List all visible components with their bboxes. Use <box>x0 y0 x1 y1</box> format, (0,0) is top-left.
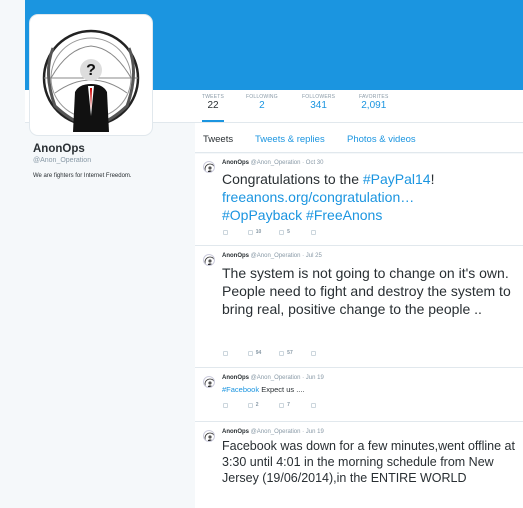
hashtag-link[interactable]: #Facebook <box>222 385 259 394</box>
profile-bio: We are fighters for Internet Freedom. <box>33 173 132 179</box>
tweet-author-name[interactable]: AnonOps <box>222 375 249 381</box>
anonymous-emblem-icon <box>204 163 214 172</box>
tweet-text-plain: Congratulations to the <box>222 171 363 187</box>
tweet-meta: AnonOps @Anon_Operation · Oct 30 <box>222 159 323 167</box>
tweet-avatar[interactable] <box>203 161 215 173</box>
tweet-actions: 94 57 <box>223 350 319 358</box>
profile-handle[interactable]: @Anon_Operation <box>33 156 193 165</box>
tweet-meta: AnonOps @Anon_Operation · Jun 19 <box>222 428 324 436</box>
tweet-avatar[interactable] <box>203 430 215 442</box>
anonymous-emblem-icon <box>204 378 214 387</box>
anonymous-emblem-icon <box>204 432 214 441</box>
tweet-author-handle[interactable]: @Anon_Operation <box>251 253 301 259</box>
more-icon[interactable] <box>310 402 316 408</box>
more-icon[interactable] <box>310 229 316 235</box>
more-icon[interactable] <box>310 350 316 356</box>
retweet-icon[interactable] <box>247 229 253 235</box>
tweet-meta: AnonOps @Anon_Operation · Jul 25 <box>222 252 322 260</box>
reply-icon[interactable] <box>223 350 228 356</box>
tweet-item[interactable]: AnonOps @Anon_Operation · Oct 30 Congrat… <box>195 154 523 246</box>
retweet-count: 2 <box>255 402 259 408</box>
tab-tweets[interactable]: Tweets <box>203 134 233 145</box>
tweet-item[interactable]: AnonOps @Anon_Operation · Jun 19 #Facebo… <box>195 369 523 422</box>
profile-avatar[interactable]: ? <box>30 15 152 135</box>
tab-photos-videos[interactable]: Photos & videos <box>347 134 416 145</box>
tweet-author-name[interactable]: AnonOps <box>222 160 249 166</box>
tweet-text-plain: ! <box>430 171 435 187</box>
retweet-icon[interactable] <box>247 350 253 356</box>
reply-icon[interactable] <box>223 229 228 235</box>
tweet-date[interactable]: · Jun 19 <box>302 429 324 435</box>
hashtag-link[interactable]: #OpPayback #FreeAnons <box>222 207 382 223</box>
profile-card: AnonOps @Anon_Operation We are fighters … <box>33 142 193 180</box>
tweet-item[interactable]: AnonOps @Anon_Operation · Jun 19 Faceboo… <box>195 423 523 508</box>
tweet-text: #Facebook Expect us .... <box>222 385 517 395</box>
tweet-author-handle[interactable]: @Anon_Operation <box>251 375 301 381</box>
stat-value: 2,091 <box>361 100 387 111</box>
stat-value: 22 <box>207 100 219 111</box>
hashtag-link[interactable]: #PayPal14 <box>363 171 431 187</box>
favorite-count: 57 <box>287 350 293 356</box>
svg-text:?: ? <box>86 62 96 79</box>
anonymous-emblem-icon <box>204 256 214 265</box>
tweet-avatar[interactable] <box>203 376 215 388</box>
url-link[interactable]: freeanons.org/congratulation… <box>222 189 414 205</box>
favorite-icon[interactable] <box>279 229 285 235</box>
timeline: AnonOps @Anon_Operation · Oct 30 Congrat… <box>195 154 523 508</box>
tweet-text: Facebook was down for a few minutes,went… <box>222 439 515 485</box>
tweet-date[interactable]: · Oct 30 <box>302 160 323 166</box>
retweet-icon[interactable] <box>247 402 253 408</box>
stat-following[interactable]: FOLLOWING 2 <box>246 94 278 112</box>
stat-value: 341 <box>310 100 327 111</box>
tweet-actions: 2 7 <box>223 402 319 410</box>
tweet-date[interactable]: · Jul 25 <box>302 253 322 259</box>
retweet-count: 10 <box>255 229 262 235</box>
favorite-count: 5 <box>287 229 290 235</box>
tweet-text-plain: Expect us .... <box>259 385 305 394</box>
stat-tweets[interactable]: TWEETS 22 <box>202 94 225 122</box>
favorite-count: 7 <box>287 402 290 408</box>
tweet-text: Congratulations to the #PayPal14! freeano… <box>222 170 517 224</box>
stat-favorites[interactable]: FAVORITES 2,091 <box>359 94 389 112</box>
profile-name[interactable]: AnonOps <box>33 142 193 156</box>
stat-followers[interactable]: FOLLOWERS 341 <box>302 94 335 112</box>
tweet-avatar[interactable] <box>203 254 215 266</box>
tweet-author-handle[interactable]: @Anon_Operation <box>251 160 301 166</box>
favorite-icon[interactable] <box>279 350 285 356</box>
tweet-meta: AnonOps @Anon_Operation · Jun 19 <box>222 374 324 382</box>
anonymous-emblem-icon: ? <box>33 18 149 132</box>
tweet-actions: 10 5 <box>223 229 319 237</box>
timeline-tabs: Tweets Tweets & replies Photos & videos <box>195 123 523 153</box>
tweet-text: The system is not going to change on it'… <box>222 265 511 317</box>
tweet-author-name[interactable]: AnonOps <box>222 429 249 435</box>
retweet-count: 94 <box>255 350 262 356</box>
tweet-date[interactable]: · Jun 19 <box>302 375 324 381</box>
tweet-item[interactable]: AnonOps @Anon_Operation · Jul 25 The sys… <box>195 247 523 368</box>
stat-value: 2 <box>259 100 265 111</box>
tweet-author-name[interactable]: AnonOps <box>222 253 249 259</box>
reply-icon[interactable] <box>223 402 228 408</box>
tweet-author-handle[interactable]: @Anon_Operation <box>251 429 301 435</box>
tab-tweets-replies[interactable]: Tweets & replies <box>255 134 325 145</box>
favorite-icon[interactable] <box>279 402 285 408</box>
